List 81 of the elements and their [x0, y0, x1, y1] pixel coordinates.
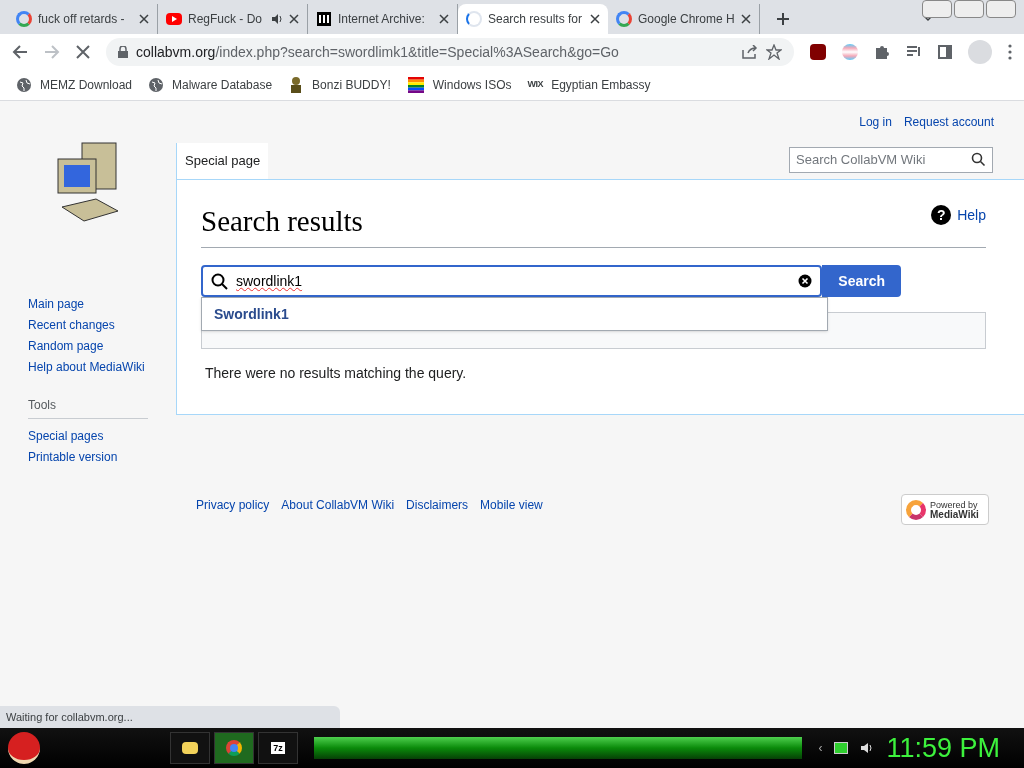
sidebar-link[interactable]: Recent changes	[28, 316, 176, 334]
sidebar-link[interactable]: Special pages	[28, 427, 176, 445]
new-tab-icon[interactable]	[775, 12, 790, 26]
sidebar-link[interactable]: Help about MediaWiki	[28, 358, 176, 376]
search-button[interactable]: Search	[822, 265, 901, 297]
help-icon: ?	[931, 205, 952, 226]
status-bubble: Waiting for collabvm.org...	[0, 706, 340, 728]
no-results-message: There were no results matching the query.	[204, 364, 468, 383]
taskbar-app[interactable]	[214, 732, 254, 764]
personal-link[interactable]: Request account	[903, 113, 994, 131]
footer-link[interactable]: About CollabVM Wiki	[281, 496, 395, 514]
star-icon[interactable]	[766, 44, 782, 60]
footer-link[interactable]: Disclaimers	[406, 496, 469, 514]
bookmark[interactable]: Windows ISOs	[406, 76, 512, 94]
sidebar-link[interactable]: Random page	[28, 337, 176, 355]
chrome-logo-icon	[226, 740, 242, 756]
share-icon[interactable]	[742, 45, 758, 59]
search-input[interactable]: swordlink1	[201, 265, 823, 297]
puzzle-icon[interactable]	[874, 44, 890, 60]
url-text: collabvm.org/index.php?search=swordlimk1&title=Special%3ASearch&go=Go	[136, 42, 619, 62]
tab-title: Search results for	[488, 11, 584, 28]
sidebar-link[interactable]: Main page	[28, 295, 176, 313]
footer-link[interactable]: Privacy policy	[196, 496, 270, 514]
help-link[interactable]: Help	[957, 204, 986, 226]
bookmark[interactable]: Malware Database	[148, 76, 273, 94]
taskbar-app[interactable]	[170, 732, 210, 764]
search-icon[interactable]	[971, 152, 986, 167]
personal-link[interactable]: Log in	[859, 113, 892, 131]
g-logo-icon	[16, 11, 32, 27]
close-icon[interactable]	[740, 14, 751, 24]
tray-arrow[interactable]: ‹	[818, 739, 823, 757]
globe-icon	[16, 77, 32, 93]
suggestion-item[interactable]: Swordlink1	[214, 303, 289, 325]
header-search-field[interactable]: Search CollabVM Wiki	[789, 146, 993, 173]
close-icon[interactable]	[439, 14, 449, 24]
shield-extension-icon[interactable]	[810, 44, 826, 60]
sidebar-heading: Tools	[28, 396, 148, 419]
powered-by-badge[interactable]: Powered by MediaWiki	[901, 494, 989, 525]
clock: 11:59 PM	[886, 731, 1000, 765]
flower-logo-icon	[906, 499, 926, 520]
window-button[interactable]	[954, 0, 984, 18]
monitor-icon[interactable]	[834, 742, 849, 754]
folder-icon	[182, 742, 198, 754]
tab-title: RegFuck - Do	[188, 11, 264, 28]
more-menu-icon[interactable]	[1008, 44, 1012, 60]
badge-text: MediaWiki	[930, 509, 979, 520]
page-tab[interactable]: Special page	[176, 143, 269, 179]
bookmark[interactable]: Bonzi BUDDY!	[288, 76, 391, 94]
footer-link[interactable]: Mobile view	[480, 496, 543, 514]
address-bar[interactable]: collabvm.org/index.php?search=swordlimk1&title=Special%3ASearch&go=Go	[106, 38, 794, 66]
close-icon[interactable]	[139, 14, 149, 24]
window-button[interactable]	[986, 0, 1016, 18]
taskbar-app[interactable]: 7z	[258, 732, 298, 764]
close-icon[interactable]	[590, 14, 600, 24]
archiver-label: 7z	[271, 742, 285, 754]
bookmark[interactable]: MEMZ Download	[16, 76, 133, 94]
lock-icon	[118, 46, 128, 58]
badge-text: Powered by	[930, 499, 979, 510]
g-logo-icon	[616, 11, 632, 27]
page-heading: Search results	[201, 203, 363, 239]
wix-logo-icon: WIX	[527, 78, 544, 92]
bird-start-icon[interactable]	[8, 732, 40, 764]
globe-icon	[148, 77, 165, 93]
stop-icon[interactable]	[76, 45, 90, 59]
close-icon[interactable]	[289, 14, 299, 24]
browser-tab[interactable]: Search results for	[458, 4, 608, 34]
side-panel-icon[interactable]	[938, 45, 952, 59]
back-arrow-icon[interactable]	[12, 44, 28, 60]
clear-icon[interactable]	[798, 274, 813, 288]
rainbow-flag-icon	[406, 77, 425, 93]
sidebar-link[interactable]: Printable version	[28, 448, 176, 466]
speaker-icon[interactable]	[860, 741, 875, 755]
tab-title: Internet Archive:	[338, 11, 426, 28]
search-icon	[211, 272, 228, 290]
media-list-icon[interactable]	[906, 45, 922, 59]
tab-title: Google Chrome H	[638, 11, 735, 28]
bookmark[interactable]: WIX Egyptian Embassy	[527, 76, 651, 94]
loading-spinner-icon	[466, 11, 482, 27]
tab-title: fuck off retards -	[38, 11, 126, 28]
building-icon	[316, 11, 332, 27]
play-logo-icon	[166, 13, 182, 25]
